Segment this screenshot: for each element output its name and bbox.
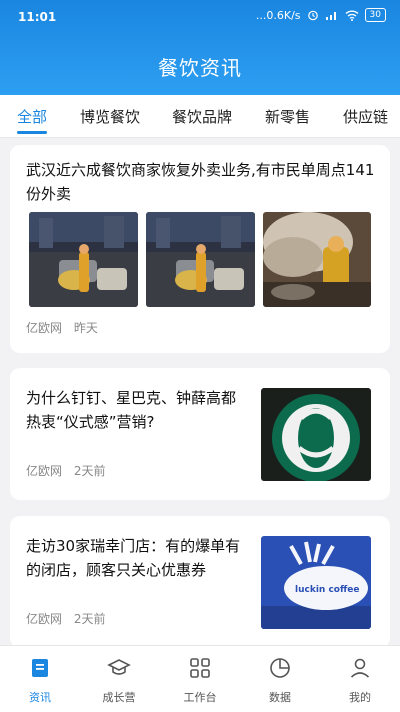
nav-label: 成长营	[102, 691, 136, 704]
article-thumbnail: luckin coffee	[261, 536, 371, 629]
article-thumbnail	[29, 212, 138, 307]
nav-growth-camp[interactable]: 成长营	[89, 656, 149, 705]
user-icon	[350, 658, 370, 678]
luckin-logo-text: luckin coffee	[295, 585, 359, 595]
alarm-icon	[307, 10, 318, 21]
pie-chart-icon	[270, 658, 290, 678]
active-tab-indicator	[17, 131, 47, 134]
article-meta: 亿欧网 2天前	[26, 610, 105, 627]
tab-expo-dining[interactable]: 博览餐饮	[80, 106, 140, 127]
category-tabs: 全部 博览餐饮 餐饮品牌 新零售 供应链	[0, 95, 400, 138]
signal-icon	[325, 12, 336, 20]
battery-indicator: 30	[364, 8, 386, 22]
tab-dining-brands[interactable]: 餐饮品牌	[172, 106, 232, 127]
news-icon	[32, 659, 48, 677]
article-time: 昨天	[73, 321, 98, 335]
status-icons: ...0.6K/s 30	[256, 8, 386, 22]
nav-data[interactable]: 数据	[250, 656, 310, 705]
nav-label: 工作台	[183, 691, 217, 704]
grid-icon	[190, 658, 210, 678]
app-header: 11:01 ...0.6K/s 30 餐饮资讯	[0, 0, 400, 95]
article-title: 武汉近六成餐饮商家恢复外卖业务,有市民单周点141份外卖	[26, 161, 375, 203]
nav-label: 资讯	[29, 691, 51, 704]
article-card[interactable]: 武汉近六成餐饮商家恢复外卖业务,有市民单周点141份外卖 亿欧网 昨天	[10, 145, 390, 353]
status-bar: 11:01 ...0.6K/s 30	[0, 0, 400, 32]
article-thumbnail	[261, 388, 371, 481]
article-card[interactable]: 走访30家瑞幸门店：有的爆单有的闭店，顾客只关心优惠券 luckin coffe…	[10, 516, 390, 648]
status-time: 11:01	[18, 10, 57, 24]
bottom-navigation: 资讯 成长营 工作台 数据 我的	[0, 645, 400, 712]
article-source: 亿欧网	[26, 612, 63, 626]
article-time: 2天前	[73, 612, 106, 626]
article-meta: 亿欧网 昨天	[26, 319, 98, 336]
article-meta: 亿欧网 2天前	[26, 462, 105, 479]
page-title: 餐饮资讯	[158, 56, 242, 80]
graduation-cap-icon	[107, 659, 131, 675]
tab-supply-chain[interactable]: 供应链	[343, 106, 388, 127]
article-title: 走访30家瑞幸门店：有的爆单有的闭店，顾客只关心优惠券	[26, 537, 241, 579]
nav-label: 数据	[269, 691, 291, 704]
article-title: 为什么钉钉、星巴克、钟薛高都热衷“仪式感”营销?	[26, 389, 237, 431]
nav-workbench[interactable]: 工作台	[170, 656, 230, 705]
article-thumbnail	[263, 212, 371, 307]
tab-all[interactable]: 全部	[17, 106, 47, 127]
wifi-icon	[345, 10, 358, 21]
article-source: 亿欧网	[26, 321, 63, 335]
article-card[interactable]: 为什么钉钉、星巴克、钟薛高都热衷“仪式感”营销? 亿欧网 2天前	[10, 368, 390, 500]
article-time: 2天前	[73, 464, 106, 478]
tab-new-retail[interactable]: 新零售	[265, 106, 310, 127]
article-thumbnail	[146, 212, 255, 307]
network-speed: ...0.6K/s	[255, 8, 301, 22]
nav-profile[interactable]: 我的	[330, 656, 390, 705]
article-source: 亿欧网	[26, 464, 63, 478]
nav-label: 我的	[349, 691, 371, 704]
nav-news[interactable]: 资讯	[10, 656, 70, 705]
